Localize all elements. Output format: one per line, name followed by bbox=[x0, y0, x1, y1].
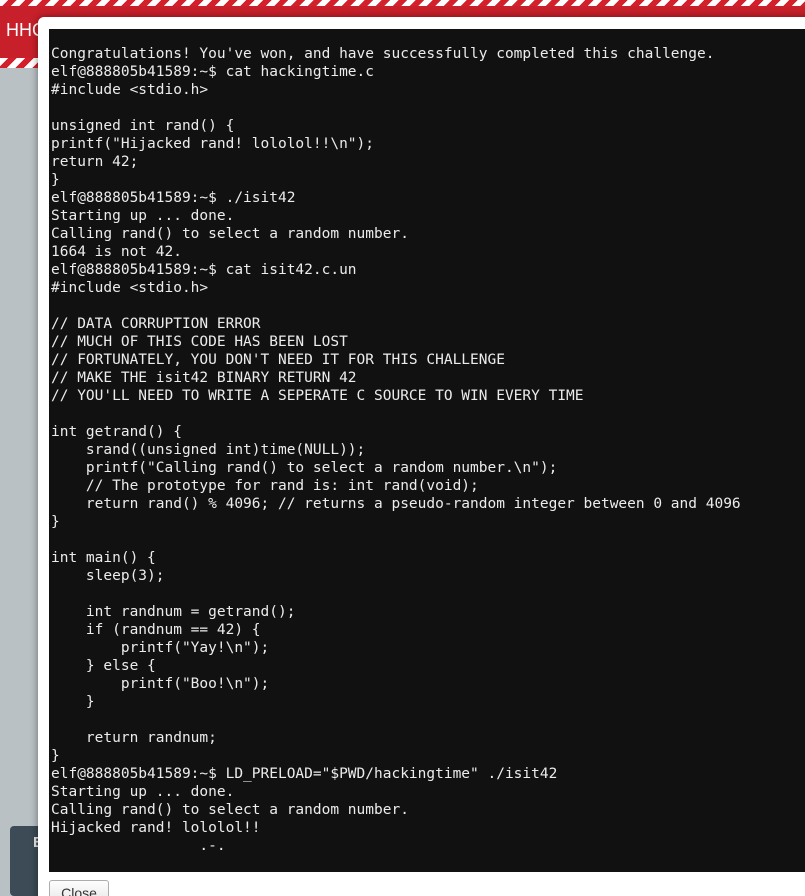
terminal-line: Hijacked rand! lololol!! bbox=[51, 820, 261, 836]
terminal-line: #include <stdio.h> bbox=[51, 82, 209, 98]
game-screen: HHC B Congratulations! You've won, and h… bbox=[0, 0, 805, 896]
terminal-line: } bbox=[51, 748, 60, 764]
terminal-line: return 42; bbox=[51, 154, 139, 170]
terminal-line: printf("Hijacked rand! lololol!!\n"); bbox=[51, 136, 375, 152]
terminal-line: elf@888805b41589:~$ cat hackingtime.c bbox=[51, 64, 375, 80]
terminal-line: return randnum; bbox=[51, 730, 217, 746]
terminal-line: } else { bbox=[51, 658, 156, 674]
candy-cane-stripe-top bbox=[0, 0, 805, 6]
close-button[interactable]: Close bbox=[49, 880, 109, 896]
terminal-line: Calling rand() to select a random number… bbox=[51, 226, 409, 242]
terminal-line: printf("Yay!\n"); bbox=[51, 640, 270, 656]
terminal-line: Congratulations! You've won, and have su… bbox=[51, 46, 715, 62]
terminal-modal: Congratulations! You've won, and have su… bbox=[38, 17, 805, 896]
terminal-line: sleep(3); bbox=[51, 568, 165, 584]
terminal-line: int getrand() { bbox=[51, 424, 182, 440]
terminal-line: 1664 is not 42. bbox=[51, 244, 182, 260]
terminal-line: return rand() % 4096; // returns a pseud… bbox=[51, 496, 741, 512]
terminal-line: Calling rand() to select a random number… bbox=[51, 802, 409, 818]
terminal-window[interactable]: Congratulations! You've won, and have su… bbox=[49, 29, 805, 872]
terminal-line: unsigned int rand() { bbox=[51, 118, 235, 134]
terminal-line: Starting up ... done. bbox=[51, 208, 235, 224]
terminal-line: int main() { bbox=[51, 550, 156, 566]
terminal-line: // The prototype for rand is: int rand(v… bbox=[51, 478, 479, 494]
terminal-line: if (randnum == 42) { bbox=[51, 622, 261, 638]
terminal-line: printf("Boo!\n"); bbox=[51, 676, 270, 692]
terminal-line: #include <stdio.h> bbox=[51, 280, 209, 296]
terminal-line: Starting up ... done. bbox=[51, 784, 235, 800]
terminal-line: // MAKE THE isit42 BINARY RETURN 42 bbox=[51, 370, 357, 386]
terminal-line: } bbox=[51, 694, 95, 710]
terminal-line: } bbox=[51, 514, 60, 530]
terminal-line: printf("Calling rand() to select a rando… bbox=[51, 460, 558, 476]
terminal-line: srand((unsigned int)time(NULL)); bbox=[51, 442, 366, 458]
terminal-line: elf@888805b41589:~$ ./isit42 bbox=[51, 190, 296, 206]
terminal-line: // FORTUNATELY, YOU DON'T NEED IT FOR TH… bbox=[51, 352, 505, 368]
terminal-line: elf@888805b41589:~$ LD_PRELOAD="$PWD/hac… bbox=[51, 766, 558, 782]
terminal-line: // MUCH OF THIS CODE HAS BEEN LOST bbox=[51, 334, 348, 350]
terminal-line: // DATA CORRUPTION ERROR bbox=[51, 316, 261, 332]
terminal-line: // YOU'LL NEED TO WRITE A SEPERATE C SOU… bbox=[51, 388, 584, 404]
terminal-line: } bbox=[51, 172, 60, 188]
terminal-line: elf@888805b41589:~$ cat isit42.c.un bbox=[51, 262, 357, 278]
terminal-output: Congratulations! You've won, and have su… bbox=[49, 29, 805, 855]
terminal-line: .-. bbox=[51, 838, 226, 854]
terminal-line: int randnum = getrand(); bbox=[51, 604, 296, 620]
